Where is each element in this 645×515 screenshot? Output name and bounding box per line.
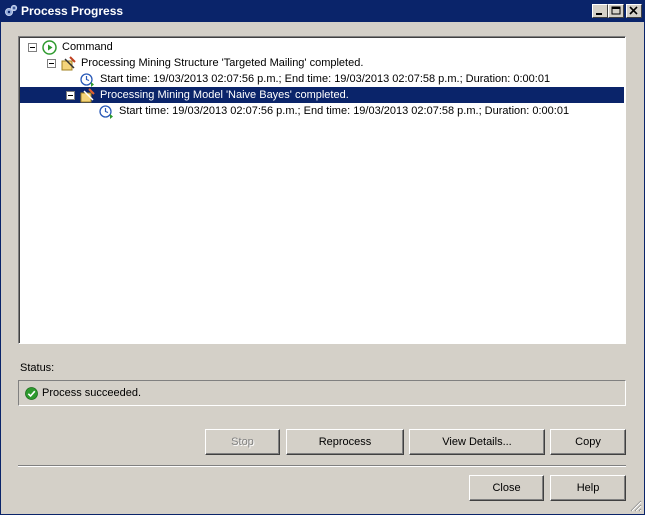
close-button[interactable]: Close	[469, 475, 544, 501]
tree-label: Processing Mining Model 'Naive Bayes' co…	[100, 89, 349, 101]
resize-grip-icon[interactable]	[630, 500, 642, 512]
gears-icon	[5, 4, 18, 16]
status-label: Status:	[20, 362, 55, 374]
tree-label: Start time: 19/03/2013 02:07:56 p.m.; En…	[100, 73, 551, 85]
window-title: Process Progress	[21, 4, 124, 18]
tree-row-mining-model[interactable]: Processing Mining Model 'Naive Bayes' co…	[20, 87, 624, 103]
tree-row-model-timing[interactable]: Start time: 19/03/2013 02:07:56 p.m.; En…	[20, 103, 624, 119]
tree-row-mining-structure[interactable]: Processing Mining Structure 'Targeted Ma…	[20, 55, 624, 71]
copy-button[interactable]: Copy	[550, 429, 626, 455]
timer-icon	[99, 105, 113, 119]
view-details-button[interactable]: View Details...	[409, 429, 545, 455]
title-bar[interactable]: Process Progress	[1, 1, 644, 22]
tree-label: Command	[62, 41, 113, 53]
minimize-icon	[596, 13, 602, 15]
tree-label: Processing Mining Structure 'Targeted Ma…	[81, 57, 364, 69]
collapse-toggle[interactable]	[47, 59, 56, 68]
status-message: Process succeeded.	[42, 387, 142, 399]
tree-row-structure-timing[interactable]: Start time: 19/03/2013 02:07:56 p.m.; En…	[20, 71, 624, 87]
divider	[18, 465, 626, 467]
stop-button[interactable]: Stop	[205, 429, 280, 455]
close-window-button[interactable]	[626, 4, 642, 18]
tree-row-command[interactable]: Command	[20, 39, 624, 55]
collapse-toggle[interactable]	[66, 91, 75, 100]
mining-structure-icon	[61, 56, 76, 71]
mining-model-icon	[80, 88, 95, 103]
timer-icon	[80, 73, 94, 87]
close-icon	[629, 6, 638, 15]
maximize-icon	[611, 6, 621, 15]
play-icon	[42, 40, 57, 55]
minimize-button[interactable]	[592, 4, 608, 18]
reprocess-button[interactable]: Reprocess	[286, 429, 404, 455]
progress-tree[interactable]: Command Processing Mining Structure 'Tar…	[18, 36, 626, 344]
help-button[interactable]: Help	[550, 475, 626, 501]
tree-label: Start time: 19/03/2013 02:07:56 p.m.; En…	[119, 105, 570, 117]
check-icon	[25, 387, 38, 400]
maximize-button[interactable]	[608, 4, 624, 18]
process-progress-dialog: Process Progress Command Processing Mini…	[0, 0, 645, 515]
status-box: Process succeeded.	[18, 380, 626, 406]
collapse-toggle[interactable]	[28, 43, 37, 52]
